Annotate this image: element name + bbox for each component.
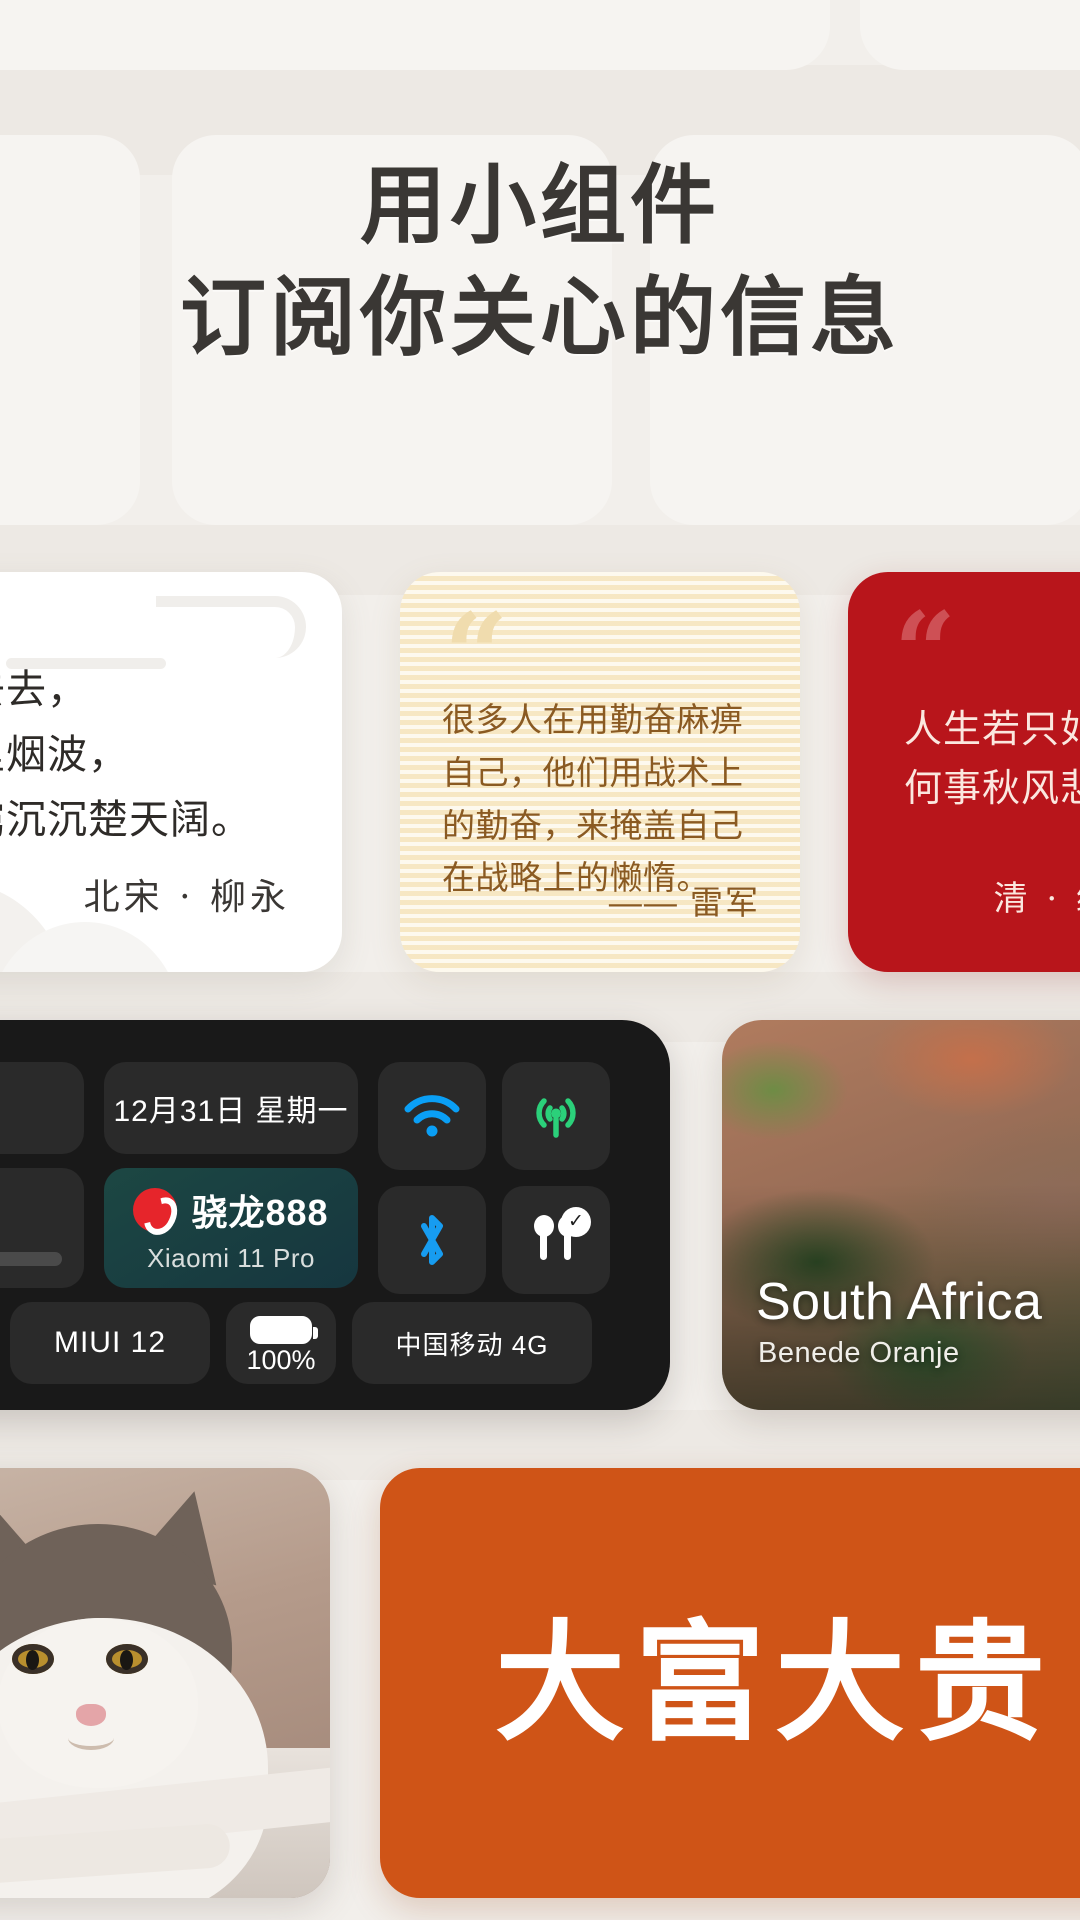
carrier-tile[interactable]: 中国移动 4G	[352, 1302, 592, 1384]
wifi-tile[interactable]	[378, 1062, 486, 1170]
airpods-icon: ✓	[528, 1207, 591, 1266]
page-title: 用小组件 订阅你关心的信息	[0, 150, 1080, 374]
poem-line-2: 千里烟波，	[0, 731, 129, 778]
map-title: South Africa	[756, 1273, 1043, 1331]
ghost-card-b	[860, 0, 1080, 70]
chipset-row: 骁龙888	[104, 1184, 358, 1236]
battery-full-icon	[250, 1316, 318, 1344]
red-card-text: 人生若只如初见 何事秋风悲画扇	[904, 700, 1080, 818]
system-version-label: MIUI 12	[53, 1326, 167, 1359]
poem-author: 北宋 · 柳永	[83, 877, 290, 918]
satellite-map-widget[interactable]: South Africa Benede Oranje	[722, 1020, 1080, 1410]
screenshot-stage: 用小组件 订阅你关心的信息 念去去， 千里烟波， 暮霭沉沉楚天阔。 北宋 · 柳…	[0, 0, 1080, 1920]
fortune-widget[interactable]: 大富大贵	[380, 1468, 1080, 1898]
red-card-author: 清 · 纳兰性德	[993, 879, 1080, 919]
date-label: 12月31日 星期一	[113, 1095, 349, 1128]
date-tile[interactable]: 12月31日 星期一	[104, 1062, 358, 1154]
quote-widget-red[interactable]: “ 人生若只如初见 何事秋风悲画扇 清 · 纳兰性德	[848, 572, 1080, 972]
system-version-tile[interactable]: MIUI 12	[10, 1302, 210, 1384]
signal-tile[interactable]	[502, 1062, 610, 1170]
quote-mark-icon: “	[444, 590, 509, 721]
headline-line-1: 用小组件	[360, 155, 720, 256]
cloud-swirl-icon	[6, 596, 306, 669]
airpods-tile[interactable]: ✓	[502, 1186, 610, 1294]
device-status-widget[interactable]: 12月31日 星期一 骁龙888 Xiaomi 11 Pro MIUI 12 1…	[0, 1020, 670, 1410]
cat-photo	[0, 1468, 330, 1898]
poem-line-1: 念去去，	[0, 667, 88, 713]
red-line-2: 何事秋风悲画扇	[904, 765, 1080, 810]
bluetooth-icon	[412, 1212, 452, 1268]
fortune-text: 大富大贵	[494, 1606, 1055, 1759]
snapdragon-logo-icon	[133, 1188, 178, 1232]
device-model: Xiaomi 11 Pro	[147, 1243, 315, 1273]
map-subtitle: Benede Oranje	[758, 1337, 960, 1369]
airpods-connected-badge: ✓	[561, 1207, 591, 1237]
wifi-icon	[403, 1094, 461, 1138]
poem-line-3: 暮霭沉沉楚天阔。	[0, 796, 252, 843]
quote-author: —— 雷军	[608, 884, 760, 921]
quote-mark-icon-red: “	[894, 589, 957, 715]
poem-text: 念去去， 千里烟波， 暮霭沉沉楚天阔。	[0, 658, 312, 852]
headline-line-2: 订阅你关心的信息	[180, 266, 900, 368]
carrier-label: 中国移动 4G	[395, 1329, 549, 1360]
cellular-signal-icon	[528, 1091, 584, 1141]
poetry-widget[interactable]: 念去去， 千里烟波， 暮霭沉沉楚天阔。 北宋 · 柳永	[0, 572, 342, 972]
bluetooth-tile[interactable]	[378, 1186, 486, 1294]
status-tile-partial-top[interactable]	[0, 1062, 84, 1154]
photo-widget-cat[interactable]	[0, 1468, 330, 1898]
chipset-tile[interactable]: 骁龙888 Xiaomi 11 Pro	[104, 1168, 358, 1288]
battery-tile[interactable]: 100%	[226, 1302, 336, 1384]
quote-widget-yellow[interactable]: “ 很多人在用勤奋麻痹自己，他们用战术上的勤奋，来掩盖自己在战略上的懒惰。 ——…	[400, 572, 800, 972]
chipset-name: 骁龙888	[191, 1192, 329, 1233]
battery-percent-label: 100%	[246, 1345, 316, 1375]
red-line-1: 人生若只如初见	[904, 707, 1080, 751]
quote-body: 很多人在用勤奋麻痹自己，他们用战术上的勤奋，来掩盖自己在战略上的懒惰。	[442, 701, 744, 897]
ghost-card-a	[0, 0, 830, 70]
brightness-slider[interactable]	[0, 1252, 62, 1266]
status-tile-partial-mid[interactable]	[0, 1168, 84, 1288]
